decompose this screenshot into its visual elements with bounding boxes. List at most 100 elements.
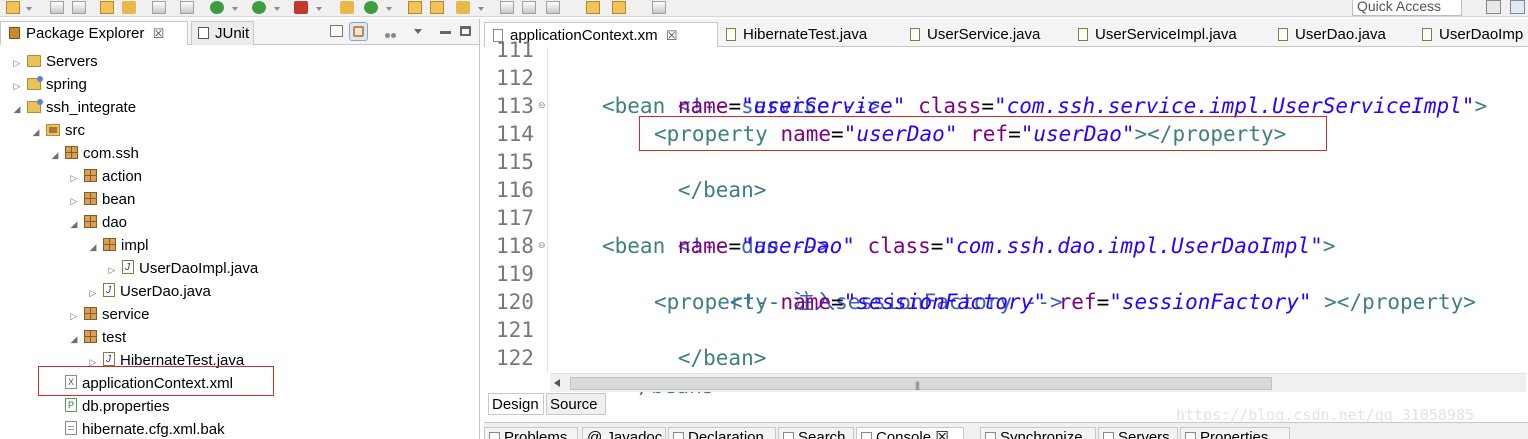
expand-icon[interactable]: ▷ [69,167,79,190]
tab-userserviceimpl-java[interactable]: UserServiceImpl.java [1070,22,1250,47]
save-all-icon[interactable] [72,1,86,14]
line-number: 120 [496,290,534,314]
tree-item-service[interactable]: ▷ service [69,303,150,326]
package-explorer-view: Package Explorer ☒ JUnit ▷ Servers ▷ sprin… [0,19,480,439]
open-file-icon[interactable] [430,1,444,14]
collapse-all-icon[interactable] [330,25,343,37]
tab-userdaoimpl-java[interactable]: UserDaoImp [1414,22,1528,47]
fold-icon[interactable]: ⊖ [538,100,546,111]
new-java-project-icon[interactable] [340,1,354,14]
external-tools-dropdown-icon[interactable] [316,7,322,11]
tree-item-servers[interactable]: ▷ Servers [12,50,98,73]
collapse-icon[interactable]: ◢ [12,98,22,121]
console-icon[interactable] [152,1,166,14]
collapse-icon[interactable]: ◢ [69,213,79,236]
tree-item-impl[interactable]: ◢ impl [88,234,149,257]
tab-label: Properties [1200,429,1269,439]
link-with-editor-icon[interactable] [349,22,368,41]
tab-source[interactable]: Source [546,393,606,415]
tab-design[interactable]: Design [488,393,544,415]
collapse-icon[interactable]: ◢ [50,144,60,167]
close-icon[interactable]: ☒ [153,26,165,41]
collapse-icon[interactable]: ◢ [88,236,98,259]
xml-value: "sessionFactory" [843,290,1046,314]
tree-item-action[interactable]: ▷ action [69,165,143,190]
minimize-icon[interactable] [440,31,451,34]
focus-task-icon[interactable] [385,25,398,38]
tab-servers[interactable]: Servers [1098,427,1178,439]
tree-item-label: Servers [46,53,98,70]
open-type-icon[interactable] [100,1,114,14]
expand-icon[interactable]: ▷ [88,282,98,305]
collapse-icon[interactable]: ◢ [69,328,79,351]
open-task-icon[interactable] [122,1,136,14]
package-explorer-icon [9,27,20,39]
run-dropdown-icon[interactable] [274,7,280,11]
cursor-icon[interactable] [180,1,194,14]
new-icon[interactable] [6,1,20,14]
tab-label: UserService.java [927,26,1041,43]
code-line-119: <!-- 注入sessionFactory --> [654,260,1063,314]
tab-search[interactable]: Search [778,427,854,439]
tree-item-test[interactable]: ◢ test [69,326,127,351]
tree-item-userdao-java[interactable]: ▷ UserDao.java [88,279,211,305]
tab-label: Declaration [688,429,764,439]
tree-item-bean[interactable]: ▷ bean [69,188,136,213]
search-icon[interactable] [456,1,470,14]
tree-item-src[interactable]: ◢ src [31,119,85,142]
expand-icon[interactable]: ▷ [12,52,22,75]
tab-label: UserDaoImp [1439,26,1524,43]
tab-javadoc[interactable]: @ Javadoc [582,427,666,439]
tree-item-com-ssh[interactable]: ◢ com.ssh [50,142,139,165]
tree-item-hibernate-cfg-bak[interactable]: hibernate.cfg.xml.bak [50,418,225,439]
maximize-icon[interactable] [460,26,471,36]
collapse-icon[interactable]: ◢ [31,121,41,144]
new-class-icon[interactable] [364,1,378,14]
tab-package-explorer[interactable]: Package Explorer ☒ [0,21,188,45]
tab-userservice-java[interactable]: UserService.java [902,22,1062,47]
save-icon[interactable] [50,1,64,14]
tree-item-spring[interactable]: ▷ spring [12,73,87,96]
horizontal-scrollbar[interactable]: ||| [550,373,1526,392]
scroll-left-arrow-icon[interactable] [554,379,560,387]
quick-access-input[interactable]: Quick Access [1352,0,1462,16]
debug-icon[interactable] [210,1,224,14]
xml-value: "sessionFactory" [1109,290,1312,314]
tab-junit[interactable]: JUnit [191,21,254,45]
next-annotation-icon[interactable] [522,1,536,14]
debug-dropdown-icon[interactable] [232,7,238,11]
scrollbar-thumb[interactable]: ||| [570,377,1272,390]
fold-icon[interactable]: ⊖ [538,240,546,251]
expand-icon[interactable]: ▷ [12,75,22,98]
tab-hibernatetest-java[interactable]: HibernateTest.java [718,22,888,47]
search-dropdown-icon[interactable] [478,7,484,11]
tab-problems[interactable]: Problems [484,427,578,439]
tree-item-ssh-integrate[interactable]: ◢ ssh_integrate [12,96,136,119]
next-edit-icon[interactable] [652,1,666,14]
tree-item-label: src [65,122,85,139]
tab-userdao-java[interactable]: UserDao.java [1270,22,1410,47]
expand-icon[interactable]: ▷ [69,305,79,328]
java-ee-perspective-icon[interactable] [1510,0,1525,14]
run-icon[interactable] [252,1,266,14]
tree-item-dao[interactable]: ◢ dao [69,211,128,236]
view-menu-icon[interactable] [414,29,422,34]
code-area[interactable]: 111 112 113 ⊖ 114 115 116 117 118 ⊖ 119 … [484,38,1528,398]
tab-properties[interactable]: Properties [1180,427,1290,439]
tree-item-db-properties[interactable]: db.properties [50,394,170,418]
open-folder-icon[interactable] [408,1,422,14]
close-icon[interactable]: ☒ [666,28,678,43]
annotation-icon[interactable] [500,1,514,14]
tab-console[interactable]: Console ☒ [856,427,964,439]
new-dropdown-icon[interactable] [26,7,32,11]
external-tools-icon[interactable] [294,1,308,14]
tree-item-userdaoimpl-java[interactable]: ▷UserDaoImpl.java [107,256,259,280]
expand-icon[interactable]: ▷ [69,190,79,213]
prev-annotation-icon[interactable] [546,1,560,14]
back-icon[interactable] [586,1,600,14]
open-perspective-icon[interactable] [1486,0,1501,14]
tab-synchronize[interactable]: Synchronize [980,427,1096,439]
tab-declaration[interactable]: Declaration [668,427,776,439]
forward-icon[interactable] [612,1,626,14]
new-class-dropdown-icon[interactable] [386,7,392,11]
